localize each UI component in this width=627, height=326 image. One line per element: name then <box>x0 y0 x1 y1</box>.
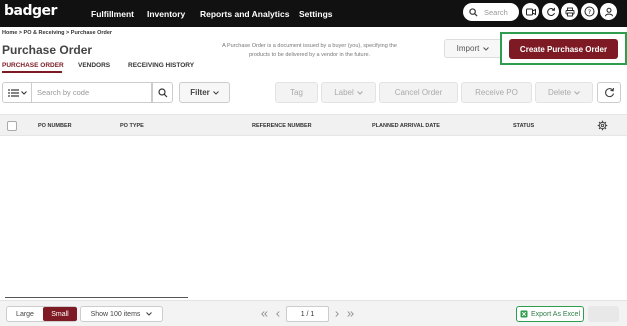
chevron-down-icon <box>356 90 363 95</box>
badger-logo[interactable]: badger <box>2 2 57 24</box>
first-page-button[interactable] <box>258 306 271 322</box>
column-settings-gear-icon[interactable] <box>597 120 608 131</box>
cancel-order-label: Cancel Order <box>394 88 443 97</box>
tag-button[interactable]: Tag <box>275 82 318 103</box>
view-mode-dropdown[interactable] <box>2 82 32 103</box>
breadcrumb[interactable]: Home > PO & Receiving > Purchase Order <box>2 30 112 36</box>
printer-icon <box>565 7 574 16</box>
tab-vendors[interactable]: VENDORS <box>78 62 110 69</box>
print-icon-button[interactable] <box>561 3 578 20</box>
import-label: Import <box>456 44 480 53</box>
refresh-button[interactable] <box>597 82 621 103</box>
video-icon <box>525 8 536 15</box>
previous-page-button[interactable] <box>271 306 284 322</box>
po-search-button[interactable] <box>152 82 173 103</box>
nav-inventory[interactable]: Inventory <box>147 9 185 19</box>
page-description: A Purchase Order is a document issued by… <box>222 43 397 58</box>
nav-reports-and-analytics[interactable]: Reports and Analytics <box>200 9 289 19</box>
pagination: 1 / 1 <box>258 306 357 322</box>
size-large-button[interactable]: Large <box>7 307 43 321</box>
receive-po-button[interactable]: Receive PO <box>461 82 532 103</box>
delete-button[interactable]: Delete <box>535 82 593 103</box>
user-icon-button[interactable] <box>600 3 617 20</box>
items-per-page-value: Show 100 items <box>90 310 141 318</box>
items-per-page-select[interactable]: Show 100 items <box>80 306 163 322</box>
filter-label: Filter <box>190 88 210 97</box>
double-chevron-right-icon <box>347 311 354 317</box>
chevron-left-icon <box>275 311 280 317</box>
search-icon <box>157 87 167 97</box>
footer-extra-button[interactable] <box>588 306 619 322</box>
row-size-toggle: Large Small <box>6 306 77 322</box>
help-icon-button[interactable]: ? <box>581 3 598 20</box>
last-page-button[interactable] <box>344 306 357 322</box>
excel-icon <box>520 310 528 318</box>
create-purchase-order-button[interactable]: Create Purchase Order <box>509 39 618 59</box>
chevron-down-icon <box>20 90 27 95</box>
table-header: PO NUMBER PO TYPE REFERENCE NUMBER PLANN… <box>0 114 627 136</box>
double-chevron-left-icon <box>261 311 268 317</box>
chevron-down-icon <box>146 312 153 316</box>
sync-icon-button[interactable] <box>542 3 559 20</box>
column-planned-arrival-date[interactable]: PLANNED ARRIVAL DATE <box>372 123 440 129</box>
export-label: Export As Excel <box>530 310 581 318</box>
po-search-placeholder: Search by code <box>37 88 90 97</box>
page-title: Purchase Order <box>2 43 93 57</box>
tab-receiving-history[interactable]: RECEIVING HISTORY <box>128 62 194 69</box>
video-icon-button[interactable] <box>522 3 539 20</box>
nav-fulfillment[interactable]: Fulfillment <box>91 9 134 19</box>
next-page-button[interactable] <box>331 306 344 322</box>
top-navbar: badger Fulfillment Inventory Reports and… <box>0 0 627 27</box>
tab-purchase-order[interactable]: PURCHASE ORDER <box>2 62 64 69</box>
help-icon: ? <box>584 6 595 17</box>
active-tab-indicator <box>2 71 62 73</box>
tag-label: Tag <box>290 88 303 97</box>
user-icon <box>604 7 613 16</box>
global-search-input[interactable]: Search <box>463 3 519 21</box>
chevron-down-icon <box>212 90 219 95</box>
column-po-number[interactable]: PO NUMBER <box>38 123 72 129</box>
receive-po-label: Receive PO <box>475 88 518 97</box>
import-button[interactable]: Import <box>444 39 502 58</box>
page-number-input[interactable]: 1 / 1 <box>286 306 329 322</box>
chevron-down-icon <box>483 46 490 51</box>
search-icon <box>469 7 478 17</box>
table-footer: Large Small Show 100 items 1 / 1 Export … <box>0 300 627 326</box>
column-status[interactable]: STATUS <box>513 123 534 129</box>
export-excel-button[interactable]: Export As Excel <box>516 306 584 322</box>
select-all-checkbox[interactable] <box>7 121 17 131</box>
size-small-button[interactable]: Small <box>43 307 77 321</box>
chevron-right-icon <box>335 311 340 317</box>
list-icon <box>7 88 19 97</box>
horizontal-scrollbar[interactable] <box>5 297 188 298</box>
sync-icon <box>546 7 555 16</box>
label-label: Label <box>334 88 354 97</box>
delete-label: Delete <box>547 88 572 97</box>
svg-text:?: ? <box>588 8 591 16</box>
cancel-order-button[interactable]: Cancel Order <box>379 82 458 103</box>
filter-button[interactable]: Filter <box>179 82 230 103</box>
nav-settings[interactable]: Settings <box>299 9 333 19</box>
column-reference-number[interactable]: REFERENCE NUMBER <box>252 123 312 129</box>
po-search-input[interactable]: Search by code <box>32 82 152 103</box>
logo-text: badger <box>4 3 57 19</box>
label-button[interactable]: Label <box>321 82 376 103</box>
search-placeholder: Search <box>484 7 508 17</box>
refresh-icon <box>604 87 614 98</box>
column-po-type[interactable]: PO TYPE <box>120 123 144 129</box>
chevron-down-icon <box>574 90 580 95</box>
